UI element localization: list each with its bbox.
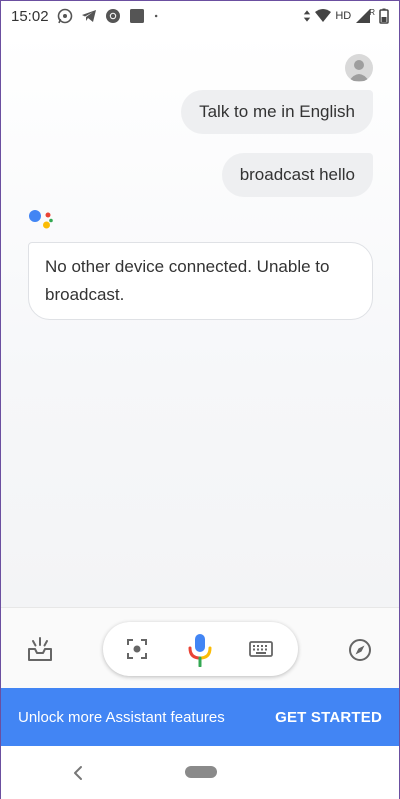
inbox-icon[interactable]	[27, 636, 53, 662]
user-message-text: Talk to me in English	[199, 102, 355, 121]
status-time: 15:02	[11, 7, 49, 25]
google-assistant-logo-icon	[29, 210, 53, 229]
mic-icon[interactable]	[187, 633, 213, 667]
user-message-bubble[interactable]: Talk to me in English	[181, 90, 373, 134]
lens-icon[interactable]	[127, 639, 147, 659]
compass-icon[interactable]	[348, 638, 372, 662]
assistant-bottom-bar	[1, 607, 399, 689]
chrome-icon	[105, 9, 120, 23]
battery-icon	[379, 8, 389, 24]
whatsapp-icon	[57, 8, 72, 24]
get-started-banner: Unlock more Assistant features GET START…	[1, 688, 399, 746]
banner-text: Unlock more Assistant features	[18, 708, 225, 726]
conversation-area[interactable]: Talk to me in English broadcast hello No…	[1, 31, 399, 607]
keyboard-icon[interactable]	[249, 641, 273, 657]
data-arrows-icon	[304, 10, 311, 22]
telegram-icon	[81, 10, 96, 22]
get-started-button[interactable]: GET STARTED	[275, 709, 382, 726]
roaming-label: R	[369, 7, 375, 17]
user-message-bubble[interactable]: broadcast hello	[221, 153, 373, 197]
system-navigation-bar	[1, 746, 399, 799]
user-message-text: broadcast hello	[239, 165, 355, 184]
input-controls-pill	[103, 622, 298, 676]
app-notification-icon	[129, 9, 144, 23]
network-type-label: HD	[335, 10, 352, 22]
more-notifications-icon	[154, 14, 157, 18]
user-avatar[interactable]	[345, 54, 373, 82]
person-icon	[349, 60, 369, 81]
assistant-message-text: No other device connected. Unable to bro…	[45, 257, 330, 304]
back-icon[interactable]	[71, 764, 85, 782]
wifi-icon	[315, 9, 332, 22]
home-button[interactable]	[185, 766, 217, 778]
assistant-message-bubble[interactable]: No other device connected. Unable to bro…	[28, 242, 373, 320]
status-bar: 15:02 HD R	[1, 1, 399, 31]
